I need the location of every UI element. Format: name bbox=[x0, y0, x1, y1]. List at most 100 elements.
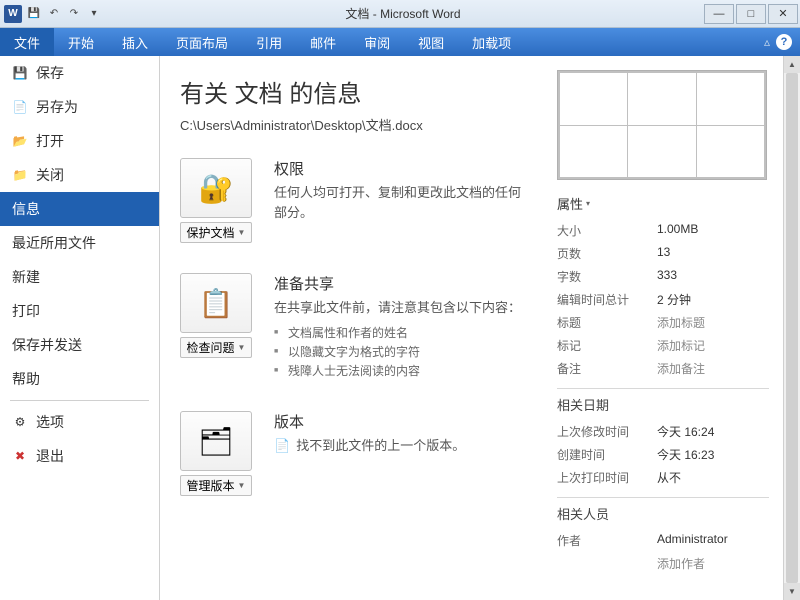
minimize-button[interactable]: — bbox=[704, 4, 734, 24]
sidebar-item-open[interactable]: 📂打开 bbox=[0, 124, 159, 158]
issue-item: 文档属性和作者的姓名 bbox=[274, 324, 521, 343]
ribbon-tabs: 文件 开始 插入 页面布局 引用 邮件 审阅 视图 加载项 ▵ ? bbox=[0, 28, 800, 56]
tab-home[interactable]: 开始 bbox=[54, 28, 108, 57]
versions-desc: 📄找不到此文件的上一个版本。 bbox=[274, 436, 465, 456]
sidebar-item-close[interactable]: 📁关闭 bbox=[0, 158, 159, 192]
prepare-share-desc: 在共享此文件前，请注意其包含以下内容： bbox=[274, 298, 521, 318]
qat-more-icon[interactable]: ▾ bbox=[86, 6, 102, 22]
prop-words-value: 333 bbox=[657, 268, 677, 285]
tab-insert[interactable]: 插入 bbox=[108, 28, 162, 57]
checklist-icon: 📋 bbox=[199, 287, 234, 320]
prop-note-label: 备注 bbox=[557, 360, 657, 377]
sidebar-item-options[interactable]: ⚙选项 bbox=[0, 405, 159, 439]
info-heading: 有关 文档 的信息 bbox=[180, 74, 533, 109]
folder-open-icon: 📂 bbox=[12, 133, 28, 149]
sidebar-item-savesend[interactable]: 保存并发送 bbox=[0, 328, 159, 362]
related-dates-header: 相关日期 bbox=[557, 395, 769, 414]
issue-item: 以隐藏文字为格式的字符 bbox=[274, 343, 521, 362]
manage-versions-dropdown[interactable]: 管理版本▼ bbox=[180, 475, 252, 496]
tab-addins[interactable]: 加载项 bbox=[458, 28, 525, 57]
backstage-sidebar: 💾保存 📄另存为 📂打开 📁关闭 信息 最近所用文件 新建 打印 保存并发送 帮… bbox=[0, 56, 160, 600]
prop-note-value[interactable]: 添加备注 bbox=[657, 360, 705, 377]
prop-pages-label: 页数 bbox=[557, 245, 657, 262]
add-author-link[interactable]: 添加作者 bbox=[657, 555, 705, 572]
save-icon[interactable]: 💾 bbox=[26, 6, 42, 22]
scroll-up-button[interactable]: ▲ bbox=[784, 56, 800, 73]
prop-title-value[interactable]: 添加标题 bbox=[657, 314, 705, 331]
prop-size-value: 1.00MB bbox=[657, 222, 698, 239]
prop-words-label: 字数 bbox=[557, 268, 657, 285]
prop-tag-value[interactable]: 添加标记 bbox=[657, 337, 705, 354]
check-issues-dropdown[interactable]: 检查问题▼ bbox=[180, 337, 252, 358]
vertical-scrollbar[interactable]: ▲ ▼ bbox=[783, 56, 800, 600]
related-people-header: 相关人员 bbox=[557, 504, 769, 523]
sidebar-item-recent[interactable]: 最近所用文件 bbox=[0, 226, 159, 260]
sidebar-item-help[interactable]: 帮助 bbox=[0, 362, 159, 396]
tab-view[interactable]: 视图 bbox=[404, 28, 458, 57]
saveas-icon: 📄 bbox=[12, 99, 28, 115]
document-path: C:\Users\Administrator\Desktop\文档.docx bbox=[180, 115, 533, 134]
sidebar-item-new[interactable]: 新建 bbox=[0, 260, 159, 294]
versions-icon: 🗂 bbox=[198, 425, 234, 458]
quick-access-toolbar: W 💾 ↶ ↷ ▾ bbox=[0, 5, 102, 23]
prop-edittime-label: 编辑时间总计 bbox=[557, 291, 657, 308]
prop-modified-value: 今天 16:24 bbox=[657, 423, 714, 440]
chevron-down-icon: ▼ bbox=[238, 481, 246, 490]
share-issues-list: 文档属性和作者的姓名 以隐藏文字为格式的字符 残障人士无法阅读的内容 bbox=[274, 324, 521, 382]
permissions-block: 🔐 保护文档▼ 权限 任何人均可打开、复制和更改此文档的任何部分。 bbox=[180, 158, 533, 243]
redo-icon[interactable]: ↷ bbox=[66, 6, 82, 22]
window-controls: — □ ✕ bbox=[704, 4, 800, 24]
help-icon[interactable]: ? bbox=[776, 34, 792, 50]
info-panel: 有关 文档 的信息 C:\Users\Administrator\Desktop… bbox=[160, 56, 783, 600]
tab-mailings[interactable]: 邮件 bbox=[296, 28, 350, 57]
maximize-button[interactable]: □ bbox=[736, 4, 766, 24]
lock-key-icon: 🔐 bbox=[199, 172, 234, 205]
sidebar-item-print[interactable]: 打印 bbox=[0, 294, 159, 328]
chevron-down-icon: ▼ bbox=[238, 343, 246, 352]
prop-author-label: 作者 bbox=[557, 532, 657, 549]
document-preview-thumbnail[interactable] bbox=[557, 70, 767, 180]
options-icon: ⚙ bbox=[12, 414, 28, 430]
tab-layout[interactable]: 页面布局 bbox=[162, 28, 242, 57]
issue-item: 残障人士无法阅读的内容 bbox=[274, 362, 521, 381]
sidebar-item-info[interactable]: 信息 bbox=[0, 192, 159, 226]
properties-column: 属性▾ 大小1.00MB 页数13 字数333 编辑时间总计2 分钟 标题添加标… bbox=[553, 56, 783, 600]
prop-printed-label: 上次打印时间 bbox=[557, 469, 657, 486]
prop-tag-label: 标记 bbox=[557, 337, 657, 354]
tab-review[interactable]: 审阅 bbox=[350, 28, 404, 57]
sidebar-item-exit[interactable]: ✖退出 bbox=[0, 439, 159, 473]
titlebar: W 💾 ↶ ↷ ▾ 文档 - Microsoft Word — □ ✕ bbox=[0, 0, 800, 28]
tab-references[interactable]: 引用 bbox=[242, 28, 296, 57]
prop-author-value: Administrator bbox=[657, 532, 728, 549]
chevron-down-icon: ▾ bbox=[586, 199, 590, 208]
exit-icon: ✖ bbox=[12, 448, 28, 464]
properties-header[interactable]: 属性▾ bbox=[557, 194, 769, 213]
prop-edittime-value: 2 分钟 bbox=[657, 291, 691, 308]
versions-block: 🗂 管理版本▼ 版本 📄找不到此文件的上一个版本。 bbox=[180, 411, 533, 496]
prop-size-label: 大小 bbox=[557, 222, 657, 239]
prop-title-label: 标题 bbox=[557, 314, 657, 331]
check-issues-button[interactable]: 📋 bbox=[180, 273, 252, 333]
backstage-view: 💾保存 📄另存为 📂打开 📁关闭 信息 最近所用文件 新建 打印 保存并发送 帮… bbox=[0, 56, 800, 600]
prop-modified-label: 上次修改时间 bbox=[557, 423, 657, 440]
protect-document-button[interactable]: 🔐 bbox=[180, 158, 252, 218]
tab-file[interactable]: 文件 bbox=[0, 28, 54, 57]
scroll-down-button[interactable]: ▼ bbox=[784, 583, 800, 600]
ribbon-minimize-icon[interactable]: ▵ bbox=[764, 35, 770, 49]
versions-title: 版本 bbox=[274, 411, 465, 432]
manage-versions-button[interactable]: 🗂 bbox=[180, 411, 252, 471]
close-window-button[interactable]: ✕ bbox=[768, 4, 798, 24]
sidebar-item-saveas[interactable]: 📄另存为 bbox=[0, 90, 159, 124]
prepare-share-block: 📋 检查问题▼ 准备共享 在共享此文件前，请注意其包含以下内容： 文档属性和作者… bbox=[180, 273, 533, 381]
permissions-desc: 任何人均可打开、复制和更改此文档的任何部分。 bbox=[274, 183, 533, 222]
folder-close-icon: 📁 bbox=[12, 167, 28, 183]
prop-created-label: 创建时间 bbox=[557, 446, 657, 463]
undo-icon[interactable]: ↶ bbox=[46, 6, 62, 22]
chevron-down-icon: ▼ bbox=[238, 228, 246, 237]
protect-document-dropdown[interactable]: 保护文档▼ bbox=[180, 222, 252, 243]
sidebar-item-save[interactable]: 💾保存 bbox=[0, 56, 159, 90]
save-disk-icon: 💾 bbox=[12, 65, 28, 81]
scroll-thumb[interactable] bbox=[786, 73, 798, 583]
prop-created-value: 今天 16:23 bbox=[657, 446, 714, 463]
prop-pages-value: 13 bbox=[657, 245, 670, 262]
